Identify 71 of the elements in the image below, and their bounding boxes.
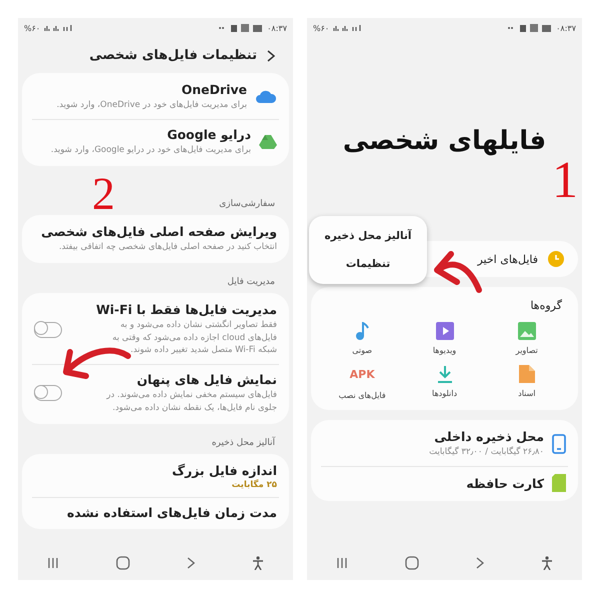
clock-time: ۰۸:۳۷	[556, 24, 576, 32]
home-icon[interactable]	[116, 556, 130, 570]
item-description: فقط تصاویر انگشتی نشان داده می‌شود و به فایل‌های cloud اجازه داده می‌شود که وقتی به شبکه Wi-Fi متصل شدید تغییر داده شوند.	[111, 318, 277, 358]
settings-item[interactable]: درایو Google برای مدیریت فایل‌های خود در درایو Google، وارد شوید.	[32, 120, 279, 164]
music-note-icon	[355, 322, 370, 340]
item-title: مدت زمان فایل‌های استفاده نشده	[66, 504, 277, 520]
phone-icon	[552, 434, 566, 454]
item-title: نمایش فایل های پنهان	[136, 372, 277, 388]
back-icon[interactable]	[267, 50, 275, 62]
step-number: 1	[552, 156, 578, 206]
section-header: مدیریت فایل	[226, 276, 276, 289]
notification-icons	[219, 24, 264, 32]
storage-item[interactable]: محل ذخیره داخلی ۲۶٫۸۰ گیگابایت / ۳۲٫۰۰ گیگابایت	[321, 422, 568, 468]
settings-item[interactable]: اندازه فایل بزرگ ۲۵ مگابایت	[32, 456, 279, 498]
step-number: 2	[92, 172, 115, 216]
download-icon	[436, 365, 453, 384]
item-title: کارت حافظه	[465, 476, 544, 491]
clock-time: ۰۸:۳۷	[267, 24, 287, 32]
settings-item[interactable]: ویرایش صفحه اصلی فایل‌های شخصی انتخاب کنید در صفحه اصلی فایل‌های شخصی چه اتفاقی بیفتد.	[32, 217, 279, 261]
item-description: ۲۶٫۸۰ گیگابایت / ۳۲٫۰۰ گیگابایت	[428, 446, 544, 460]
cloud-icon	[255, 90, 277, 104]
home-icon[interactable]	[404, 556, 419, 570]
settings-item[interactable]: مدیریت فایل‌ها فقط با Wi-Fi فقط تصاویر انگشتی نشان داده می‌شود و به فایل‌های cloud اجازه داده می‌شود که وقتی به شبکه Wi-Fi متصل شدید تغییر داده شوند.	[32, 294, 279, 366]
item-title: درایو Google	[166, 126, 251, 142]
apk-icon: APK	[350, 365, 375, 386]
back-icon[interactable]	[187, 557, 196, 569]
item-title: اندازه فایل بزرگ	[171, 462, 277, 478]
triangle-icon	[259, 134, 277, 150]
item-title: فایل‌های اخیر	[477, 252, 538, 266]
category-label[interactable]: صوتی	[352, 346, 372, 356]
image-icon	[518, 322, 536, 340]
category-label[interactable]: فایل‌های نصب	[338, 391, 386, 400]
battery-level: %۶۰	[313, 24, 330, 32]
recent-apps-icon[interactable]	[46, 557, 59, 569]
accessibility-icon[interactable]	[541, 556, 554, 570]
toggle-switch[interactable]	[34, 322, 62, 338]
arrow-annotation	[63, 348, 131, 379]
category-label[interactable]: تصاویر	[516, 346, 538, 356]
item-title: مدیریت فایل‌ها فقط با Wi-Fi	[95, 302, 277, 317]
sd-card-icon	[552, 474, 566, 492]
settings-item[interactable]: مدت زمان فایل‌های استفاده نشده	[32, 498, 279, 527]
storage-item[interactable]: کارت حافظه	[321, 467, 568, 500]
card-title: گروه‌ها	[529, 299, 563, 314]
page-title: تنظیمات فایل‌های شخصی	[89, 48, 257, 63]
play-icon	[436, 322, 454, 340]
item-title: ویرایش صفحه اصلی فایل‌های شخصی	[40, 224, 277, 240]
item-title: OneDrive	[180, 82, 247, 97]
recent-apps-icon[interactable]	[336, 557, 348, 569]
back-icon[interactable]	[476, 557, 484, 569]
notification-icons	[508, 24, 552, 32]
item-title: محل ذخیره داخلی	[433, 429, 544, 444]
accessibility-icon[interactable]	[252, 556, 264, 570]
menu-item[interactable]: تنظیمات	[309, 250, 427, 278]
toggle-switch[interactable]	[34, 385, 62, 402]
document-icon	[518, 365, 535, 384]
section-header: آنالیز محل ذخیره	[210, 436, 276, 450]
item-description: برای مدیریت فایل‌های خود در درایو Google، وارد شوید.	[50, 144, 251, 156]
item-value: ۲۵ مگابایت	[230, 480, 277, 490]
item-description: فایل‌های سیستم مخفی نمایش داده می‌شوند. در جلوی نام فایل‌ها، یک نقطه نشان داده می‌شود.	[105, 389, 277, 415]
app-title: فایلهای شخصی	[342, 126, 548, 156]
section-header: سفارشی‌سازی	[218, 198, 276, 212]
battery-level: %۶۰	[24, 24, 40, 32]
category-label[interactable]: ویدیوها	[432, 346, 456, 356]
category-label[interactable]: اسناد	[518, 389, 536, 398]
settings-item[interactable]: نمایش فایل های پنهان فایل‌های سیستم مخفی نمایش داده می‌شوند. در جلوی نام فایل‌ها، یک نقطه نشان داده می‌شود.	[32, 365, 279, 422]
signal-icon	[44, 24, 74, 32]
signal-icon	[333, 24, 364, 32]
item-description: برای مدیریت فایل‌های خود در OneDrive، وارد شوید.	[56, 99, 247, 112]
category-label[interactable]: دانلودها	[432, 389, 458, 398]
item-description: انتخاب کنید در صفحه اصلی فایل‌های شخصی چه اتفاقی بیفتد.	[58, 241, 277, 254]
clock-icon	[548, 251, 564, 268]
